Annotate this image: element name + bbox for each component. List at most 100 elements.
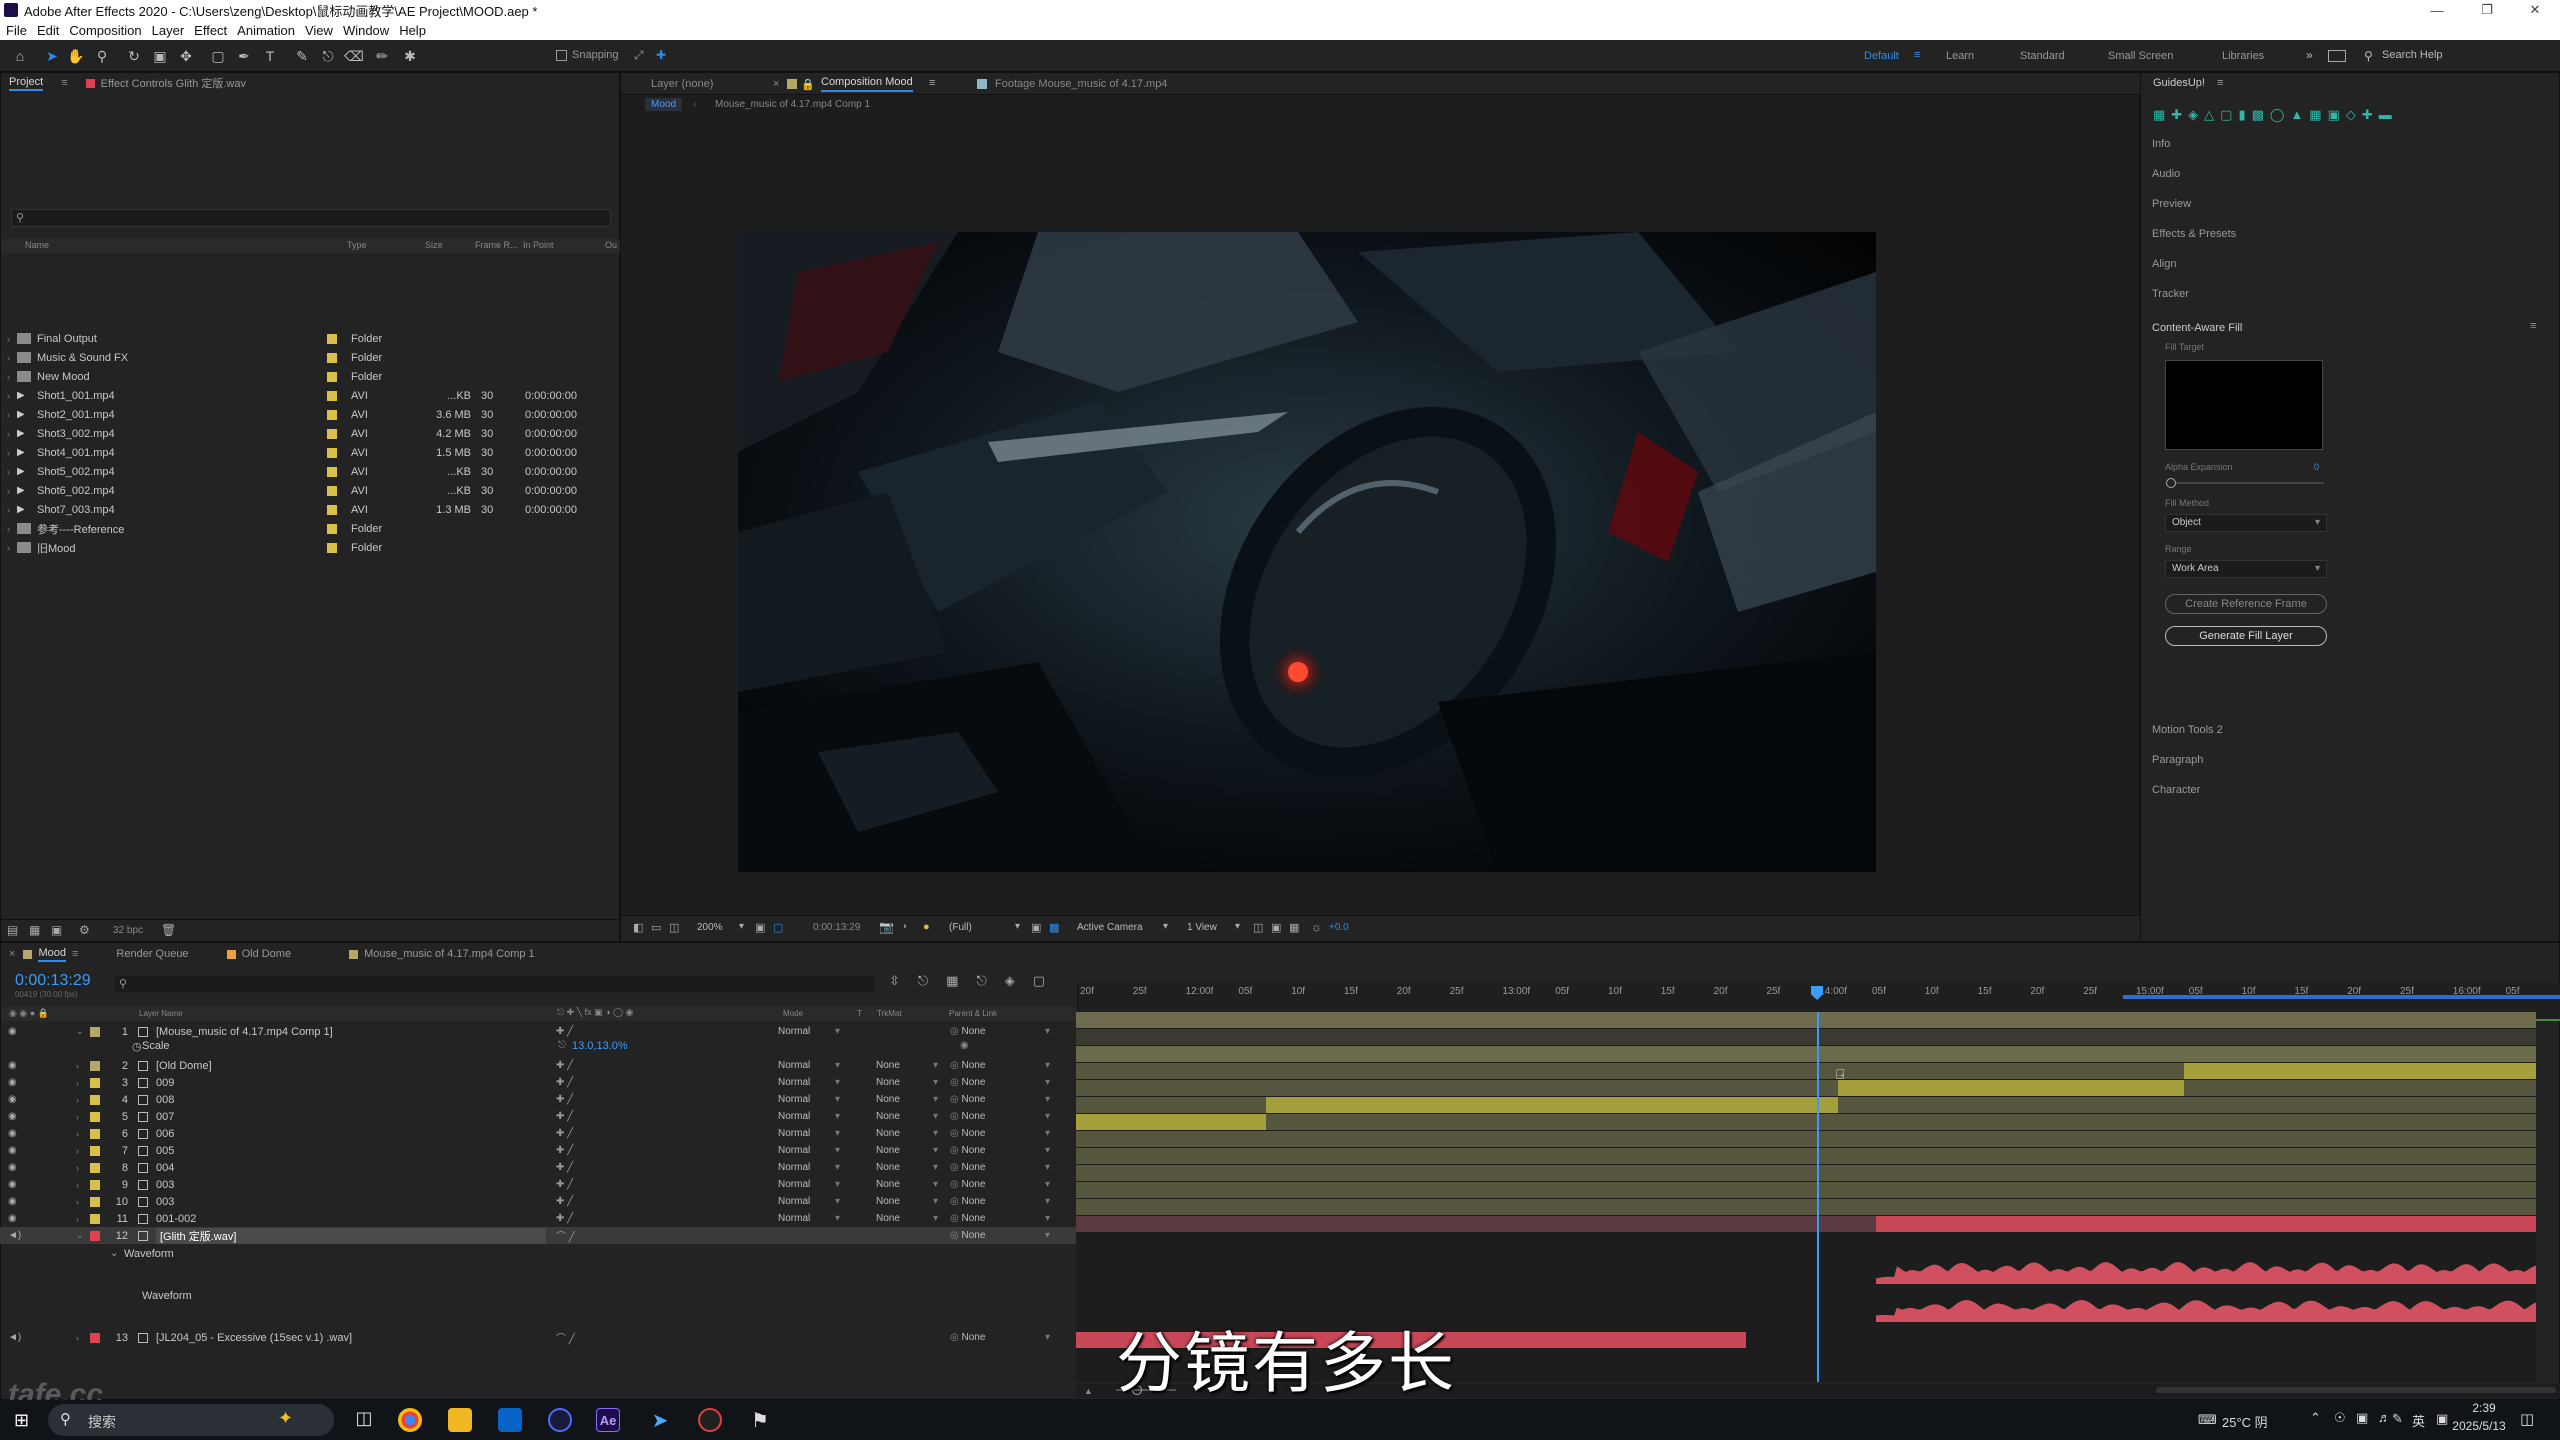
expand-arrow-icon[interactable]: › (7, 372, 10, 382)
hand-tool-icon[interactable]: ✋ (66, 46, 86, 66)
timeline-switch-icons[interactable]: ⇳⎋▦⎋◈▢ (889, 973, 1063, 989)
menu-item-animation[interactable]: Animation (237, 23, 295, 38)
visibility-eye-icon[interactable]: ◉ (8, 1179, 20, 1190)
close-button[interactable]: ✕ (2512, 0, 2558, 20)
puppet-tool-icon[interactable]: ✱ (400, 46, 420, 66)
tab-footage-viewer[interactable]: Footage Mouse_music of 4.17.mp4 (995, 78, 1167, 90)
snapping-checkbox[interactable] (556, 50, 567, 61)
parent-dropdown[interactable]: ◎ None ▾ (950, 1026, 1050, 1037)
workspace-small-screen[interactable]: Small Screen (2108, 50, 2173, 62)
parent-dropdown[interactable]: ◎ None ▾ (950, 1077, 1050, 1088)
column-layer-name[interactable]: Layer Name (139, 1009, 183, 1018)
visibility-eye-icon[interactable]: ◉ (8, 1077, 20, 1088)
expand-arrow-icon[interactable]: › (7, 334, 10, 344)
parent-dropdown[interactable]: ◎ None ▾ (950, 1332, 1050, 1343)
panel-effects-presets[interactable]: Effects & Presets (2152, 228, 2236, 240)
layer-name[interactable]: [Old Dome] (156, 1060, 212, 1072)
layer-label-color[interactable] (90, 1332, 100, 1343)
parent-dropdown[interactable]: ◎ None ▾ (950, 1060, 1050, 1071)
trkmat-dropdown[interactable]: None ▾ (876, 1162, 938, 1173)
panel-character[interactable]: Character (2152, 784, 2200, 796)
menu-item-window[interactable]: Window (343, 23, 389, 38)
generate-fill-layer-button[interactable]: Generate Fill Layer (2165, 626, 2327, 646)
rotate-tool-icon[interactable]: ↻ (124, 46, 144, 66)
trkmat-dropdown[interactable]: None ▾ (876, 1145, 938, 1156)
mode-dropdown[interactable]: Normal ▾ (778, 1196, 840, 1207)
layer-label-color[interactable] (90, 1196, 100, 1207)
timeline-layer-row[interactable]: ◄) ⌄ 12 [Glith 定版.wav] ⌒ ╱ ◎ None ▾ (0, 1227, 1076, 1244)
snap-feature-icon[interactable]: ✚ (656, 48, 666, 62)
timeline-layer-row[interactable]: ◉ › 7 005 ✚ ╱ Normal ▾ None ▾ ◎ None ▾ (0, 1142, 1076, 1159)
clone-stamp-tool-icon[interactable]: ⎋ (318, 46, 338, 66)
trkmat-dropdown[interactable]: None ▾ (876, 1111, 938, 1122)
pen-icon[interactable]: ✎ (2392, 1411, 2403, 1427)
store-icon[interactable] (498, 1408, 522, 1432)
menu-icon[interactable]: ≡ (61, 77, 67, 89)
column-mode[interactable]: Mode (783, 1009, 803, 1018)
ime-indicator[interactable]: 英 (2412, 1411, 2425, 1430)
timeline-layer-row[interactable]: ◉ › 11 001-002 ✚ ╱ Normal ▾ None ▾ ◎ None ▾ (0, 1210, 1076, 1227)
layer-label-color[interactable] (90, 1230, 100, 1241)
track-bar-layer-1[interactable] (1076, 1012, 2536, 1028)
layer-name[interactable]: 005 (156, 1145, 174, 1157)
column-name[interactable]: Name (25, 240, 49, 250)
fit-icon[interactable]: ▣ (755, 921, 765, 934)
new-composition-icon[interactable]: ▣ (51, 923, 62, 937)
track-bar-layer-10[interactable] (1076, 1182, 2536, 1198)
tab-layer-viewer[interactable]: Layer (none) (651, 78, 713, 90)
column-frame-rate[interactable]: Frame R... (475, 240, 518, 250)
scale-value[interactable]: 13.0,13.0% (572, 1040, 628, 1052)
taskbar-search-input[interactable]: ⚲ 搜索 ✦ (48, 1404, 334, 1436)
mode-dropdown[interactable]: Normal ▾ (778, 1213, 840, 1224)
project-search-input[interactable]: ⚲ (11, 209, 611, 227)
horizontal-scrollbar[interactable] (2156, 1387, 2556, 1393)
layer-label-color[interactable] (90, 1145, 100, 1156)
browser-icon[interactable] (548, 1408, 572, 1432)
timeline-layer-row[interactable]: ◄) › 13 [JL204_05 - Excessive (15sec v.1) .… (0, 1329, 1076, 1346)
view-layout-dropdown[interactable]: 1 View (1187, 922, 1217, 933)
track-bar-layer-6[interactable] (1076, 1114, 1266, 1130)
timeline-layer-row[interactable]: ◉ › 4 008 ✚ ╱ Normal ▾ None ▾ ◎ None ▾ (0, 1091, 1076, 1108)
expand-arrow-icon[interactable]: › (76, 1112, 79, 1122)
layer-label-color[interactable] (90, 1179, 100, 1190)
layer-label-color[interactable] (90, 1213, 100, 1224)
audio-toggle-icon[interactable]: ◄) (8, 1332, 21, 1343)
alpha-expansion-value[interactable]: 0 (2314, 462, 2319, 472)
project-item[interactable]: › ▶ Shot3_002.mp4 AVI 4.2 MB 30 0:00:00:00 (7, 424, 607, 443)
visibility-eye-icon[interactable]: ◉ (8, 1094, 20, 1105)
channel-icon[interactable]: ● (923, 921, 930, 933)
trkmat-dropdown[interactable]: None ▾ (876, 1213, 938, 1224)
layer-name[interactable]: 009 (156, 1077, 174, 1089)
parent-dropdown[interactable]: ◎ None ▾ (950, 1111, 1050, 1122)
expand-arrow-icon[interactable]: › (76, 1197, 79, 1207)
resolution-dropdown[interactable]: (Full) (949, 922, 972, 933)
mode-dropdown[interactable]: Normal ▾ (778, 1162, 840, 1173)
new-folder-icon[interactable]: ▦ (29, 923, 40, 937)
trkmat-dropdown[interactable]: None ▾ (876, 1077, 938, 1088)
visibility-eye-icon[interactable]: ◉ (8, 1162, 20, 1173)
brush-tool-icon[interactable]: ✎ (292, 46, 312, 66)
camera-tool-icon[interactable]: ▣ (150, 46, 170, 66)
layer-label-color[interactable] (90, 1094, 100, 1105)
timeline-layer-row[interactable]: ◉ ⌄ 1 [Mouse_music of 4.17.mp4 Comp 1] ✚ ╱ No… (0, 1023, 1076, 1040)
trkmat-dropdown[interactable]: None ▾ (876, 1179, 938, 1190)
label-color-swatch[interactable] (327, 371, 337, 382)
label-color-swatch[interactable] (327, 428, 337, 439)
copilot-icon[interactable]: ✦ (278, 1408, 293, 1429)
tab-composition-viewer[interactable]: Composition Mood (821, 76, 913, 92)
parent-dropdown[interactable]: ◎ None ▾ (950, 1230, 1050, 1241)
tab-render-queue[interactable]: Render Queue (116, 948, 188, 960)
column-parent[interactable]: Parent & Link (949, 1009, 997, 1018)
layer-switches-icon[interactable]: ⌒ ╱ (556, 1228, 575, 1243)
track-bar-layer-2[interactable] (1076, 1046, 2536, 1062)
mode-dropdown[interactable]: Normal ▾ (778, 1060, 840, 1071)
layer-switches-icon[interactable]: ✚ ╱ (556, 1145, 573, 1156)
flowchart-icon[interactable]: ▦ (1289, 921, 1299, 934)
track-bar-layer-4[interactable] (1838, 1080, 2184, 1096)
parent-dropdown[interactable]: ◎ None ▾ (950, 1094, 1050, 1105)
label-color-swatch[interactable] (327, 447, 337, 458)
label-color-swatch[interactable] (327, 523, 337, 534)
clock-date[interactable]: 2025/5/13 (2434, 1419, 2524, 1433)
mode-dropdown[interactable]: Normal ▾ (778, 1111, 840, 1122)
timeline-layer-row[interactable]: ◉ › 10 003 ✚ ╱ Normal ▾ None ▾ ◎ None ▾ (0, 1193, 1076, 1210)
